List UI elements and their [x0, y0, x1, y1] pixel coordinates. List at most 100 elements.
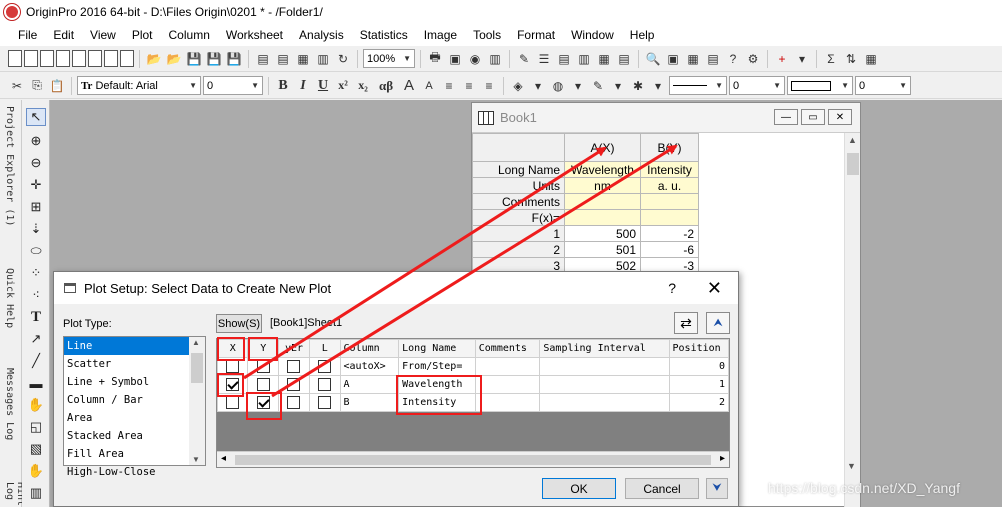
plot-type-fill-area[interactable]: Fill Area: [64, 445, 205, 463]
label-row-comments[interactable]: Comments: [472, 193, 565, 210]
italic-button[interactable]: I: [294, 77, 312, 95]
row-number[interactable]: 2: [472, 241, 565, 258]
sum-icon[interactable]: Σ: [822, 50, 840, 68]
data-cell[interactable]: 500: [564, 225, 641, 242]
zoom-combo[interactable]: 100% ▼: [363, 49, 415, 68]
save-project-icon[interactable]: 💾: [185, 50, 203, 68]
l-checkbox[interactable]: [318, 378, 332, 391]
help-button[interactable]: ?: [668, 280, 676, 296]
restore-button[interactable]: ▭: [801, 109, 825, 125]
chevron-right-icon[interactable]: ▸: [720, 453, 725, 464]
menu-column[interactable]: Column: [161, 28, 218, 42]
subscript-button[interactable]: x₂: [354, 77, 372, 95]
fx-a-cell[interactable]: [564, 209, 641, 226]
menu-file[interactable]: File: [10, 28, 45, 42]
menu-help[interactable]: Help: [622, 28, 663, 42]
new-project-icon[interactable]: [8, 50, 22, 67]
comments-b-cell[interactable]: [640, 193, 699, 210]
save-template-icon[interactable]: 💾: [225, 50, 243, 68]
chevron-up-icon[interactable]: ▲: [848, 135, 857, 145]
new-workbook-icon[interactable]: [24, 50, 38, 67]
code-builder-icon[interactable]: ✎: [515, 50, 533, 68]
chevron-left-icon[interactable]: ◂: [221, 453, 226, 464]
chevron-down-icon[interactable]: ▼: [192, 455, 200, 464]
explore-icon[interactable]: ▣: [664, 50, 682, 68]
help-icon[interactable]: ?: [724, 50, 742, 68]
row-number[interactable]: 1: [472, 225, 565, 242]
shrink-font-button[interactable]: A: [420, 77, 438, 95]
messages-log-tab[interactable]: Messages Log: [4, 368, 15, 440]
col-header-column[interactable]: Column: [339, 339, 400, 358]
list-scrollbar[interactable]: ▲ ▼: [189, 337, 205, 465]
horizontal-scrollbar[interactable]: ◂ ▸: [217, 451, 729, 467]
font-size-combo[interactable]: 0 ▼: [203, 76, 263, 95]
dialog-title-bar[interactable]: Plot Setup: Select Data to Create New Pl…: [54, 272, 738, 304]
find-icon[interactable]: 🔍: [644, 50, 662, 68]
print-icon[interactable]: 🖶: [426, 50, 444, 68]
new-layout-icon[interactable]: [104, 50, 118, 67]
scrollbar-thumb[interactable]: [847, 153, 859, 175]
add-layer-icon[interactable]: ▦: [595, 50, 613, 68]
yerr-checkbox[interactable]: [287, 378, 301, 391]
rectangle-tool-icon[interactable]: ▬: [26, 374, 46, 392]
col-header-long-name[interactable]: Long Name: [398, 339, 476, 358]
plot-type-stacked-area[interactable]: Stacked Area: [64, 427, 205, 445]
add-app-icon[interactable]: +: [773, 50, 791, 68]
line-width-combo[interactable]: 0 ▼: [729, 76, 785, 95]
close-icon[interactable]: ✕: [707, 278, 722, 299]
chevron-down-icon[interactable]: ▾: [793, 50, 811, 68]
import-wizard-icon[interactable]: ▥: [314, 50, 332, 68]
label-row-units[interactable]: Units: [472, 177, 565, 194]
new-function-icon[interactable]: [88, 50, 102, 67]
superscript-button[interactable]: x²: [334, 77, 352, 95]
long-name-a-cell[interactable]: Wavelength: [564, 161, 641, 178]
insert-table-tool-icon[interactable]: ▧: [26, 440, 46, 458]
menu-format[interactable]: Format: [509, 28, 563, 42]
chevron-down-icon[interactable]: ▼: [847, 461, 856, 471]
new-excel-icon[interactable]: [40, 50, 54, 67]
fx-b-cell[interactable]: [640, 209, 699, 226]
l-checkbox[interactable]: [318, 360, 332, 373]
mask-tool-icon[interactable]: ⁘: [26, 264, 46, 282]
region-tool-icon[interactable]: ⬭: [26, 242, 46, 260]
col-header-l[interactable]: L: [309, 339, 341, 358]
l-checkbox[interactable]: [318, 396, 332, 409]
ok-button[interactable]: OK: [542, 478, 616, 499]
yerr-checkbox[interactable]: [287, 360, 301, 373]
project-explorer-tab[interactable]: Project Explorer (1): [4, 106, 15, 226]
underline-button[interactable]: U: [314, 77, 332, 95]
greek-button[interactable]: αβ: [374, 77, 398, 95]
pattern-icon[interactable]: ◍: [549, 77, 567, 95]
cut-icon[interactable]: ✂: [8, 77, 26, 95]
paste-icon[interactable]: 📋: [48, 77, 66, 95]
y-checkbox[interactable]: [256, 378, 270, 391]
new-matrix-icon[interactable]: [72, 50, 86, 67]
worksheet-grid[interactable]: A(X) B(Y) Long Name Wavelength Intensity…: [472, 133, 699, 290]
cancel-button[interactable]: Cancel: [625, 478, 699, 499]
film-icon[interactable]: ▥: [486, 50, 504, 68]
copy-page-icon[interactable]: ▣: [446, 50, 464, 68]
layout-tool-icon[interactable]: ▥: [26, 484, 46, 502]
open-template-icon[interactable]: 📂: [165, 50, 183, 68]
vertical-scrollbar[interactable]: ▲ ▼: [844, 133, 860, 507]
plot-type-list[interactable]: Line Scatter Line + Symbol Column / Bar …: [63, 336, 206, 478]
import-ascii-icon[interactable]: ▤: [254, 50, 272, 68]
data-cell[interactable]: -2: [640, 225, 699, 242]
col-header-comments[interactable]: Comments: [474, 339, 541, 358]
column-header-b[interactable]: B(Y): [640, 133, 699, 162]
object-tool-icon[interactable]: ✋: [26, 462, 46, 480]
data-reader-tool-icon[interactable]: ⊞: [26, 198, 46, 216]
screen-reader-tool-icon[interactable]: ✛: [26, 176, 46, 194]
script-window-icon[interactable]: ▥: [575, 50, 593, 68]
data-selector-tool-icon[interactable]: ⇣: [26, 220, 46, 238]
border-combo[interactable]: ▼: [787, 76, 853, 95]
refresh-icon[interactable]: ◉: [466, 50, 484, 68]
apps-icon[interactable]: ▦: [684, 50, 702, 68]
col-header-position[interactable]: Position: [668, 339, 729, 358]
line-tool-icon[interactable]: ╱: [26, 352, 46, 370]
chevron-down-icon[interactable]: ▾: [569, 77, 587, 95]
col-header-yerr[interactable]: yEr: [277, 339, 311, 358]
new-notes-icon[interactable]: [120, 50, 134, 67]
copy-icon[interactable]: ⎘: [28, 77, 46, 95]
align-center-icon[interactable]: ≡: [460, 77, 478, 95]
